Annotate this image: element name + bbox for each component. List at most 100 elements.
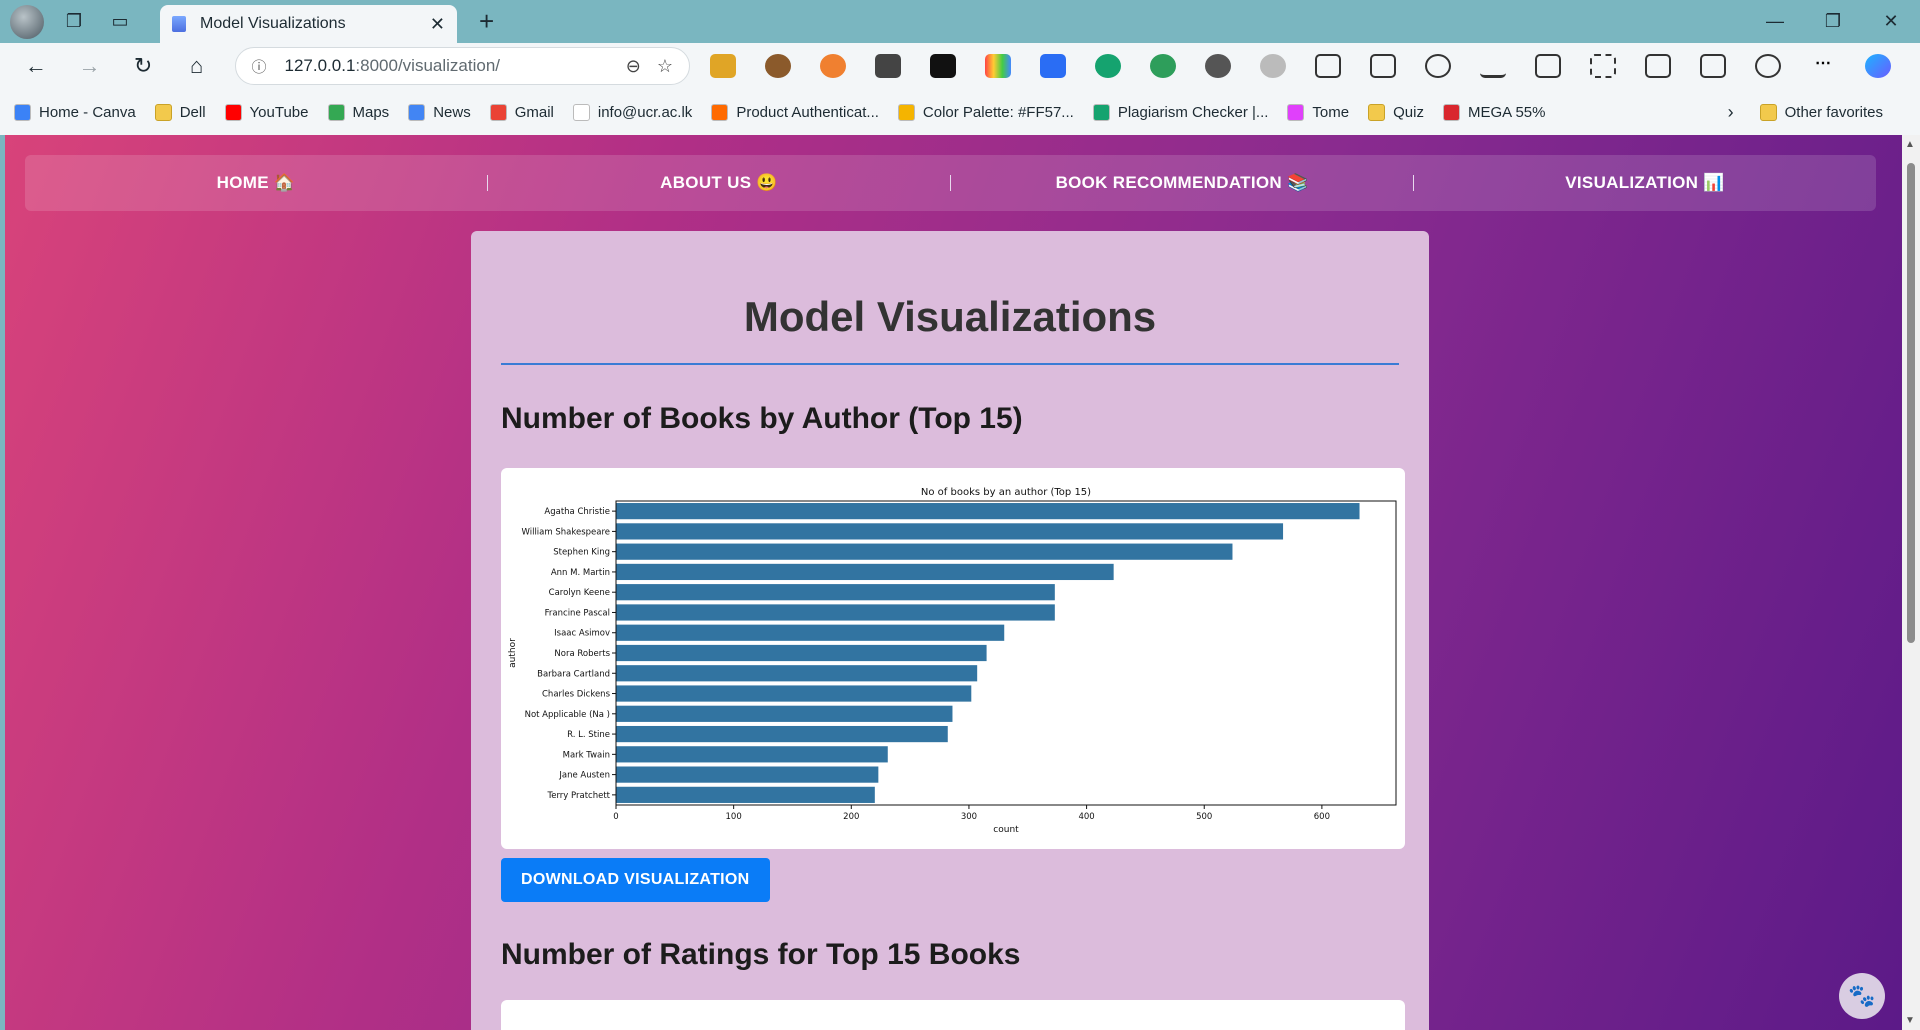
bookmark-favicon-icon — [224, 103, 242, 121]
bookmark-favicon-icon — [1287, 103, 1305, 121]
nav-about-us[interactable]: ABOUT US 😃 — [488, 173, 950, 193]
web-extension-icon[interactable] — [1205, 54, 1232, 78]
bookmark-item[interactable]: MEGA 55% — [1442, 103, 1546, 121]
bookmark-item[interactable]: Dell — [154, 103, 206, 121]
bookmark-item[interactable]: Tome — [1287, 103, 1349, 121]
history-icon[interactable] — [1425, 54, 1452, 78]
bookmark-item[interactable]: Quiz — [1368, 103, 1424, 121]
window-controls: — ❐ ✕ — [1746, 0, 1920, 43]
bookmark-item[interactable]: Color Palette: #FF57... — [897, 103, 1074, 121]
scrollbar-thumb[interactable] — [1907, 163, 1915, 643]
top-navigation: HOME 🏠 ABOUT US 😃 BOOK RECOMMENDATION 📚 … — [25, 155, 1876, 211]
collections-icon[interactable] — [1535, 54, 1562, 78]
active-tab[interactable]: Model Visualizations ✕ — [160, 5, 457, 43]
new-tab-icon[interactable]: + — [479, 6, 494, 37]
bookmark-item[interactable]: News — [408, 103, 471, 121]
scroll-up-icon[interactable]: ▲ — [1905, 139, 1915, 150]
y-tick-label: Charles Dickens — [542, 690, 611, 700]
extension-icon[interactable] — [1150, 54, 1177, 78]
bookmark-item[interactable]: Home - Canva — [14, 103, 136, 121]
visualization-card: Model Visualizations Number of Books by … — [471, 231, 1429, 1030]
extension-icon[interactable] — [1040, 54, 1067, 78]
nav-book-recommendation[interactable]: BOOK RECOMMENDATION 📚 — [951, 173, 1413, 193]
bookmark-favicon-icon — [897, 103, 915, 121]
bookmark-item[interactable]: Plagiarism Checker |... — [1092, 103, 1268, 121]
screenshot-icon[interactable] — [1590, 54, 1617, 78]
tab-bar: ❐ ▭ Model Visualizations ✕ + — ❐ ✕ — [0, 0, 1920, 43]
tab-actions-icon[interactable]: ▭ — [104, 6, 136, 38]
openai-extension-icon[interactable] — [930, 54, 957, 78]
nav-home[interactable]: HOME 🏠 — [25, 173, 487, 193]
extension-icon[interactable] — [820, 54, 847, 78]
author-bar-chart: No of books by an author (Top 15) Agatha … — [508, 487, 1397, 835]
chevron-right-icon[interactable]: › — [1728, 102, 1734, 123]
downloads-icon[interactable] — [1480, 54, 1507, 78]
restore-icon[interactable]: ❐ — [1804, 0, 1862, 43]
back-icon[interactable]: ← — [18, 48, 54, 84]
bookmark-favicon-icon — [327, 103, 345, 121]
color-extension-icon[interactable] — [985, 54, 1012, 78]
section-title-ratings: Number of Ratings for Top 15 Books — [501, 938, 1021, 971]
x-tick-label: 200 — [843, 812, 859, 822]
workspaces-icon[interactable]: ❐ — [58, 6, 90, 38]
y-tick-label: Stephen King — [553, 548, 610, 558]
other-favorites[interactable]: Other favorites — [1759, 103, 1883, 121]
bookmark-item[interactable]: info@ucr.ac.lk — [572, 103, 692, 121]
bookmarks-bar: Home - Canva Dell YouTube Maps News Gmail info… — [0, 89, 1920, 135]
favorite-star-icon[interactable]: ☆ — [657, 56, 673, 77]
forward-icon[interactable]: → — [72, 48, 108, 84]
x-tick-label: 600 — [1314, 812, 1330, 822]
extension-icon[interactable] — [1755, 54, 1782, 78]
chart-bar — [616, 523, 1284, 540]
tab-title: Model Visualizations — [200, 15, 346, 32]
tab-close-icon[interactable]: ✕ — [430, 14, 445, 35]
chart-bar — [616, 725, 948, 743]
profile-avatar[interactable] — [10, 4, 44, 39]
bookmark-item[interactable]: YouTube — [224, 103, 309, 121]
home-icon[interactable]: ⌂ — [179, 48, 215, 84]
extensions-puzzle-icon[interactable] — [1315, 54, 1342, 78]
folder-icon — [1368, 103, 1386, 121]
copilot-icon[interactable] — [1865, 54, 1892, 78]
chart-bar — [616, 705, 953, 722]
bookmark-item[interactable]: Product Authenticat... — [711, 103, 879, 121]
extension-icon[interactable] — [1260, 54, 1287, 78]
grammarly-icon[interactable] — [1095, 54, 1122, 78]
minimize-icon[interactable]: — — [1746, 0, 1804, 43]
chart-bar — [616, 543, 1233, 560]
download-visualization-button[interactable]: DOWNLOAD VISUALIZATION — [501, 858, 770, 902]
chart-bar — [616, 503, 1360, 520]
y-tick-label: R. L. Stine — [567, 730, 610, 740]
favorites-icon[interactable] — [1370, 54, 1397, 78]
address-bar[interactable]: ⓘ 127.0.0.1:8000/visualization/ ⊖ ☆ — [234, 47, 691, 85]
nav-visualization[interactable]: VISUALIZATION 📊 — [1414, 173, 1876, 193]
page-title: Model Visualizations — [743, 293, 1157, 340]
ratings-chart-container — [501, 1000, 1405, 1030]
extension-icon[interactable] — [710, 54, 737, 78]
zoom-icon[interactable]: ⊖ — [626, 56, 641, 77]
page-scrollbar[interactable]: ▲ ▼ — [1902, 135, 1920, 1030]
chart-bar — [616, 786, 875, 803]
image-extension-icon[interactable] — [875, 54, 902, 78]
cookie-extension-icon[interactable] — [765, 54, 792, 78]
y-tick-label: Carolyn Keene — [549, 588, 610, 598]
x-tick-label: 100 — [726, 812, 742, 822]
chart-bar — [616, 766, 879, 783]
browser-chrome: ❐ ▭ Model Visualizations ✕ + — ❐ ✕ ← → ↻… — [0, 0, 1920, 135]
chart-title: No of books by an author (Top 15) — [921, 487, 1091, 498]
split-screen-icon[interactable] — [1645, 54, 1672, 78]
bookmark-item[interactable]: Gmail — [489, 103, 554, 121]
share-icon[interactable] — [1700, 54, 1727, 78]
y-tick-label: Francine Pascal — [545, 608, 610, 618]
bookmark-item[interactable]: Maps — [327, 103, 389, 121]
chart-bar — [616, 644, 987, 662]
more-menu-icon[interactable]: ⋯ — [1810, 54, 1836, 78]
scroll-down-icon[interactable]: ▼ — [1905, 1015, 1915, 1026]
site-info-icon[interactable]: ⓘ — [252, 56, 267, 77]
paw-widget-icon[interactable]: 🐾 — [1839, 973, 1885, 1019]
folder-icon — [1759, 103, 1777, 121]
close-window-icon[interactable]: ✕ — [1862, 0, 1920, 43]
refresh-icon[interactable]: ↻ — [125, 48, 161, 84]
url-text[interactable]: 127.0.0.1:8000/visualization/ — [285, 56, 610, 76]
author-chart-container: No of books by an author (Top 15) Agatha … — [501, 468, 1405, 849]
